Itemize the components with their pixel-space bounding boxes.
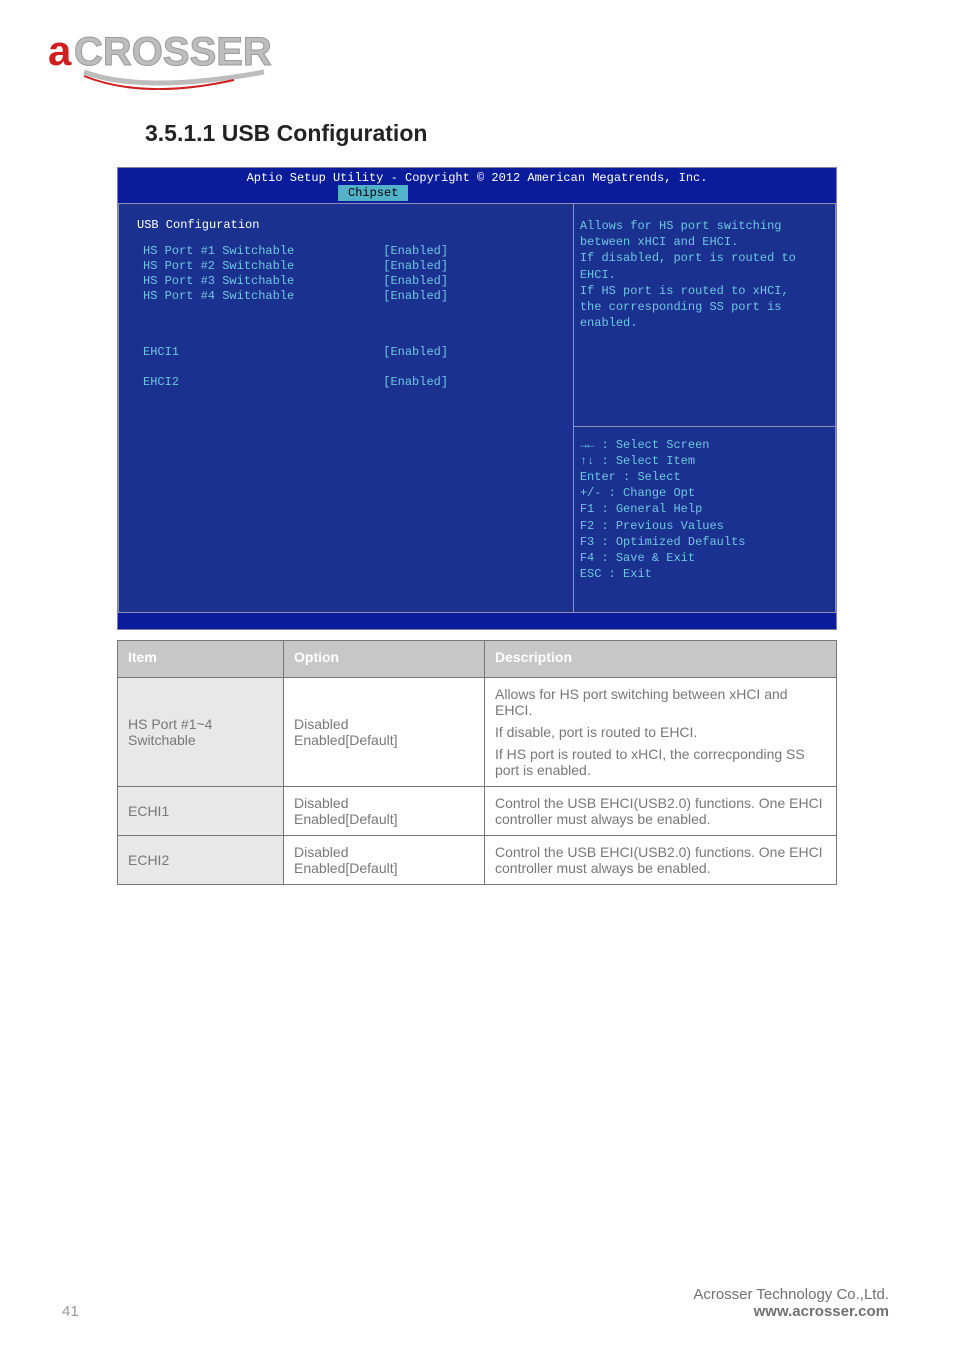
brand-logo: a CROSSER [40,20,330,90]
svg-text:a: a [48,27,72,74]
table-row: HS Port #1~4 Switchable Disabled Enabled… [118,678,837,787]
bios-help-text: Allows for HS port switching between xHC… [574,204,835,427]
bios-tab-chipset: Chipset [338,185,408,201]
td-help: Allows for HS port switching between xHC… [485,678,837,787]
section-heading: 3.5.1.1 USB Configuration [145,120,954,147]
td-item: HS Port #1~4 Switchable [118,678,284,787]
bios-screenshot: Aptio Setup Utility - Copyright © 2012 A… [117,167,837,630]
table-row: ECHI2 Disabled Enabled[Default] Control … [118,836,837,885]
th-item: Item [118,641,284,678]
page-number: 41 [62,1303,79,1320]
footer-web: www.acrosser.com [693,1303,889,1320]
cfg-row: HS Port #1 Switchable[Enabled] [137,244,555,258]
table-row: ECHI1 Disabled Enabled[Default] Control … [118,787,837,836]
td-item: ECHI2 [118,836,284,885]
td-option: Disabled Enabled[Default] [284,836,485,885]
td-help: Control the USB EHCI(USB2.0) functions. … [485,787,837,836]
th-description: Description [485,641,837,678]
bios-tabrow: Chipset [118,185,836,203]
bios-right-pane: Allows for HS port switching between xHC… [573,203,836,613]
cfg-row: EHCI1[Enabled] [137,345,555,359]
svg-text:CROSSER: CROSSER [74,30,272,74]
td-option: Disabled Enabled[Default] [284,678,485,787]
document-page: a CROSSER 3.5.1.1 USB Configuration Apti… [0,0,954,1350]
bios-title: Aptio Setup Utility - Copyright © 2012 A… [118,168,836,185]
table-header-row: Item Option Description [118,641,837,678]
bios-key-legend: →← : Select Screen ↑↓ : Select Item Ente… [574,427,835,612]
td-help: Control the USB EHCI(USB2.0) functions. … [485,836,837,885]
bios-left-heading: USB Configuration [137,218,555,232]
footer-company: Acrosser Technology Co.,Ltd. [693,1286,889,1303]
cfg-row: HS Port #4 Switchable[Enabled] [137,289,555,303]
definition-table: Item Option Description HS Port #1~4 Swi… [117,640,837,885]
cfg-row: HS Port #3 Switchable[Enabled] [137,274,555,288]
cfg-row: HS Port #2 Switchable[Enabled] [137,259,555,273]
bios-left-pane: USB Configuration HS Port #1 Switchable[… [118,203,573,613]
td-option: Disabled Enabled[Default] [284,787,485,836]
bios-footer: Version 2.15.1236. Copyright © 2012 Amer… [118,613,836,629]
th-option: Option [284,641,485,678]
cfg-row: EHCI2[Enabled] [137,375,555,389]
td-item: ECHI1 [118,787,284,836]
bios-titlebar: Aptio Setup Utility - Copyright © 2012 A… [118,168,836,203]
page-footer: Acrosser Technology Co.,Ltd. www.acrosse… [693,1286,889,1320]
